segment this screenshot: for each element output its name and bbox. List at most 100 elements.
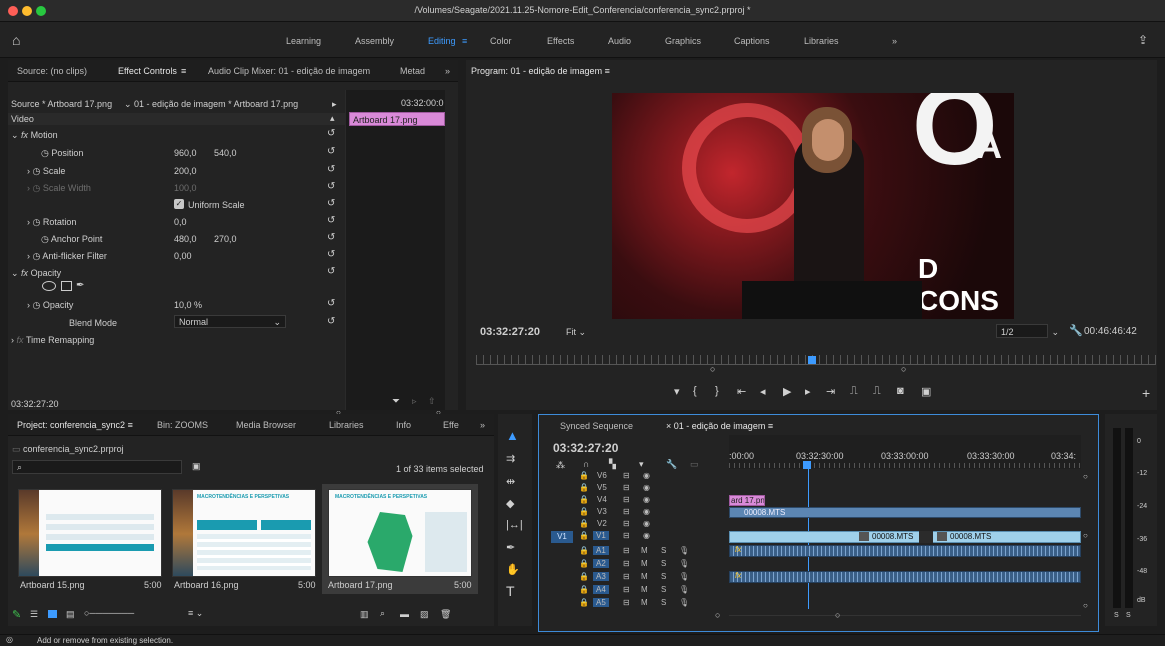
hscroll-handle-right[interactable]: ○ xyxy=(835,610,840,620)
track-header-a5[interactable]: 🔒 A5 ⊟ M S 🎙 xyxy=(579,598,729,610)
step-forward-icon[interactable]: ▸ xyxy=(805,385,811,398)
tab-metadata[interactable]: Metad xyxy=(400,66,425,76)
fit-dropdown[interactable]: Fit ⌄ xyxy=(566,327,586,338)
settings-wrench-icon[interactable]: 🔧 xyxy=(1069,324,1083,337)
solo-left-button[interactable]: S xyxy=(1114,612,1119,619)
mute-icon[interactable]: M xyxy=(641,546,648,555)
tab-media-browser[interactable]: Media Browser xyxy=(236,420,296,430)
rotation-value[interactable]: 0,0 xyxy=(174,217,187,227)
opacity-group-row[interactable]: ⌄ fx Opacity xyxy=(11,268,61,279)
solo-icon[interactable]: S xyxy=(661,559,666,568)
track-header-v6[interactable]: 🔒 V6 ⊟ ◉ xyxy=(579,471,729,483)
mute-icon[interactable]: M xyxy=(641,585,648,594)
automate-icon[interactable]: ▥ xyxy=(360,609,369,620)
position-y-value[interactable]: 540,0 xyxy=(214,148,237,158)
workspace-assembly[interactable]: Assembly xyxy=(355,36,394,46)
ellipse-mask-icon[interactable] xyxy=(42,281,56,291)
item-name-16[interactable]: Artboard 16.png xyxy=(174,580,239,590)
linked-selection-icon[interactable]: ▚ xyxy=(609,459,616,470)
track-scroll-handle[interactable]: ○ xyxy=(1083,531,1088,540)
workspace-captions[interactable]: Captions xyxy=(734,36,770,46)
lock-icon[interactable]: 🔒 xyxy=(579,546,589,555)
blend-mode-select[interactable]: Normal ⌄ xyxy=(174,315,286,328)
track-header-v3[interactable]: 🔒 V3 ⊟ ◉ xyxy=(579,507,729,519)
track-header-a4[interactable]: 🔒 A4 ⊟ M S 🎙 xyxy=(579,585,729,597)
solo-icon[interactable]: S xyxy=(661,546,666,555)
snap-icon[interactable]: ∩ xyxy=(583,459,589,469)
timeline-timecode[interactable]: 03:32:27:20 xyxy=(553,441,618,455)
lock-icon[interactable]: 🔒 xyxy=(579,585,589,594)
reset-antiflicker-icon[interactable]: ↺ xyxy=(327,249,335,260)
item-name-17[interactable]: Artboard 17.png xyxy=(328,580,393,590)
eye-icon[interactable]: ◉ xyxy=(643,471,650,480)
eye-icon[interactable]: ◉ xyxy=(643,507,650,516)
tab-sequence[interactable]: × 01 - edição de imagem ≡ xyxy=(666,421,773,431)
opacity-value[interactable]: 10,0 % xyxy=(174,300,202,310)
sync-icon[interactable]: ⊟ xyxy=(623,546,630,555)
track-header-a1[interactable]: 🔒 A1 ⊟ M S 🎙 xyxy=(579,546,729,558)
new-search-bin-icon[interactable]: ▣ xyxy=(192,461,201,472)
tab-project[interactable]: Project: conferencia_sync2 ≡ xyxy=(17,420,133,430)
thumb-artboard-17[interactable]: MACROTENDÊNCIAS E PERSPETIVAS xyxy=(328,489,472,577)
panel-menu-icon[interactable]: ≡ xyxy=(605,66,610,76)
timeline-ruler[interactable]: :00:00 03:32:30:00 03:33:00:00 03:33:30:… xyxy=(729,435,1081,469)
panel-menu-icon[interactable]: ≡ xyxy=(128,420,133,430)
tab-audio-clip-mixer[interactable]: Audio Clip Mixer: 01 - edição de imagem xyxy=(208,66,370,76)
pen-mask-icon[interactable]: ✒ xyxy=(76,280,84,291)
track-header-v2[interactable]: 🔒 V2 ⊟ ◉ xyxy=(579,519,729,531)
add-button-icon[interactable]: + xyxy=(1142,385,1150,401)
mark-in-icon[interactable]: { xyxy=(693,385,697,397)
tabs-more-icon[interactable]: » xyxy=(445,66,450,76)
program-timecode[interactable]: 03:32:27:20 xyxy=(480,326,540,338)
type-tool-icon[interactable]: T xyxy=(506,583,515,599)
source-patch-v1[interactable]: V1 xyxy=(551,531,573,543)
resolution-dropdown[interactable]: 1/2 ⌄ xyxy=(996,324,1059,338)
tab-effects[interactable]: Effe xyxy=(443,420,459,430)
mark-out-icon[interactable]: } xyxy=(715,385,719,397)
wrench-icon[interactable]: 🔧 xyxy=(666,459,677,470)
microphone-icon[interactable]: 🎙 xyxy=(679,546,689,555)
mute-icon[interactable]: M xyxy=(641,598,648,607)
extract-icon[interactable]: ⎍ xyxy=(873,385,881,398)
share-icon[interactable]: ⇪ xyxy=(1138,33,1148,47)
comparison-view-icon[interactable]: ▣ xyxy=(921,385,931,398)
add-marker-icon[interactable]: ▾ xyxy=(674,385,680,398)
anchor-y-value[interactable]: 270,0 xyxy=(214,234,237,244)
export-icon[interactable]: ⇧ xyxy=(428,396,436,407)
freeform-view-icon[interactable]: ▤ xyxy=(66,609,75,620)
track-header-a2[interactable]: 🔒 A2 ⊟ M S 🎙 xyxy=(579,559,729,571)
sync-icon[interactable]: ⊟ xyxy=(623,559,630,568)
workspace-learning[interactable]: Learning xyxy=(286,36,321,46)
zoom-handle-left[interactable]: ○ xyxy=(710,364,715,374)
go-to-in-icon[interactable]: ⇤ xyxy=(737,385,746,398)
trash-icon[interactable]: 🗑 xyxy=(440,609,451,620)
collapse-icon[interactable]: ▴ xyxy=(330,113,335,124)
clip-a1-audio[interactable] xyxy=(729,545,1081,557)
tab-synced-sequence[interactable]: Synced Sequence xyxy=(560,421,633,431)
captions-icon[interactable]: ▭ xyxy=(690,459,699,470)
pencil-icon[interactable]: ✎ xyxy=(12,608,21,621)
mute-icon[interactable]: M xyxy=(641,572,648,581)
lock-icon[interactable]: 🔒 xyxy=(579,572,589,581)
track-header-v5[interactable]: 🔒 V5 ⊟ ◉ xyxy=(579,483,729,495)
solo-icon[interactable]: S xyxy=(661,598,666,607)
thumb-artboard-15[interactable] xyxy=(18,489,162,577)
reset-motion-icon[interactable]: ↺ xyxy=(327,128,335,139)
stopwatch-icon[interactable]: ◷ xyxy=(33,217,43,227)
mute-icon[interactable]: M xyxy=(641,559,648,568)
reset-rotation-icon[interactable]: ↺ xyxy=(327,215,335,226)
workspace-color[interactable]: Color xyxy=(490,36,512,46)
workspace-libraries[interactable]: Libraries xyxy=(804,36,839,46)
workspace-editing[interactable]: Editing xyxy=(428,36,456,46)
lift-icon[interactable]: ⎍ xyxy=(850,385,858,398)
clip-v4-artboard[interactable]: ard 17.pn xyxy=(729,495,765,506)
thumb-artboard-16[interactable]: MACROTENDÊNCIAS E PERSPETIVAS xyxy=(172,489,316,577)
panel-menu-icon[interactable]: ≡ xyxy=(768,421,773,431)
sync-icon[interactable]: ⊟ xyxy=(623,519,630,528)
reset-position-icon[interactable]: ↺ xyxy=(327,146,335,157)
antiflicker-value[interactable]: 0,00 xyxy=(174,251,192,261)
reset-opacity-group-icon[interactable]: ↺ xyxy=(327,266,335,277)
lock-icon[interactable]: 🔒 xyxy=(579,598,589,607)
effect-mini-timeline[interactable]: 03:32:00:0 Artboard 17.png ○ ○ xyxy=(336,90,445,417)
slip-tool-icon[interactable]: |↔| xyxy=(506,519,523,531)
